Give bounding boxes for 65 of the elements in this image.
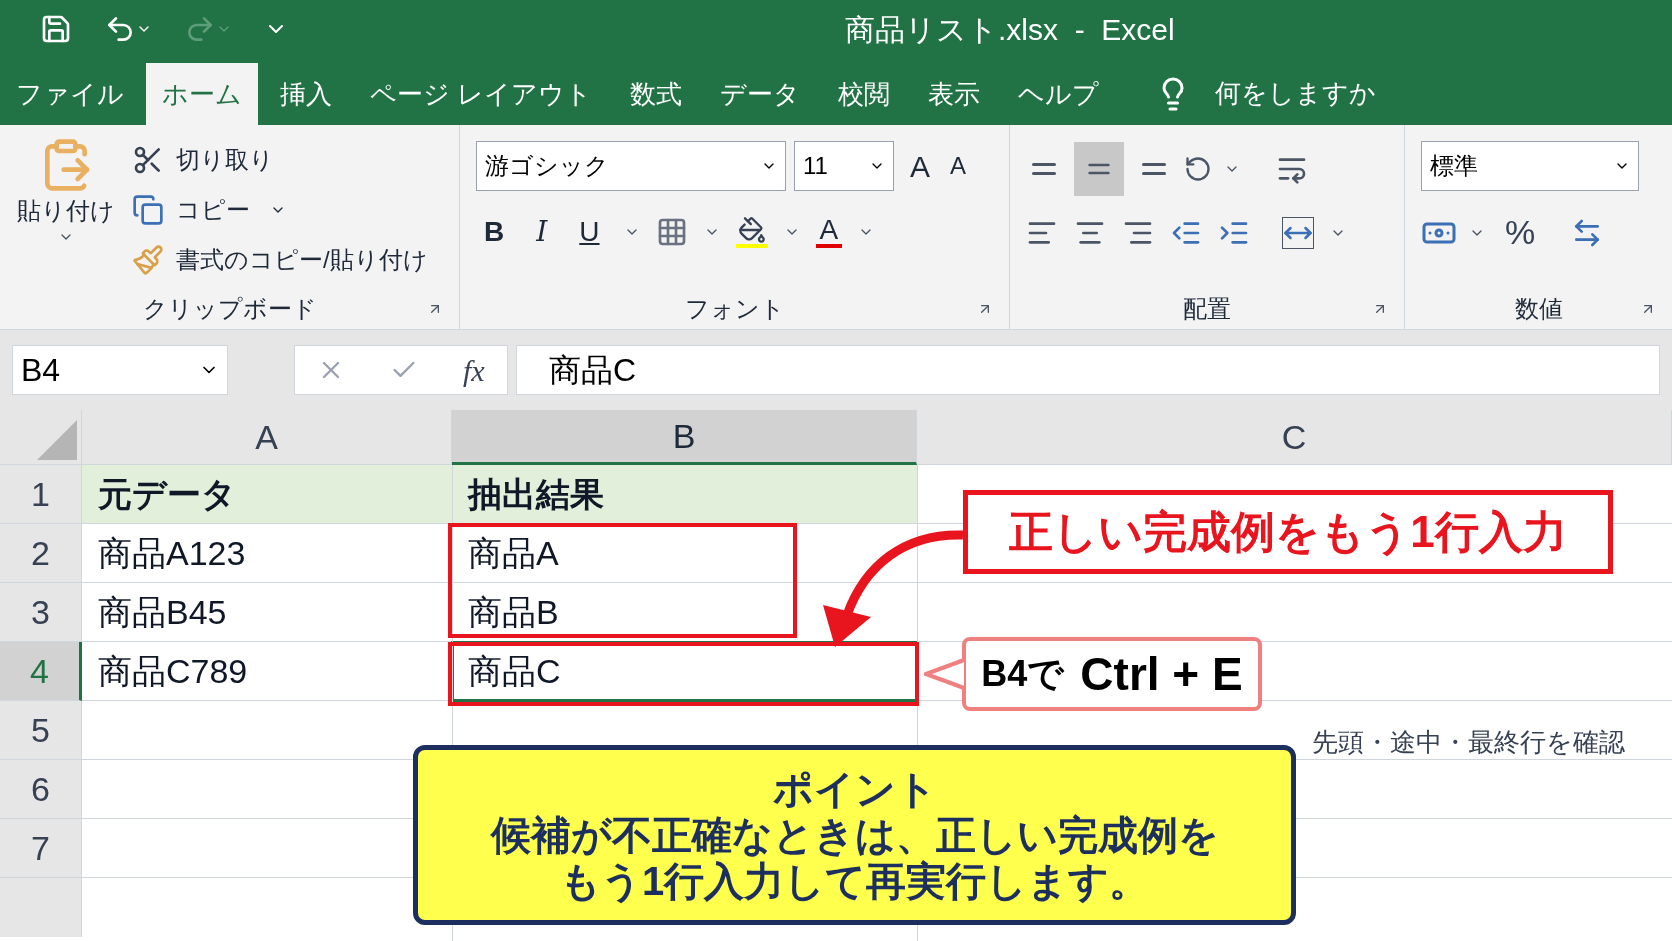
callout-box: 正しい完成例をもう1行入力 (963, 490, 1613, 574)
column-header[interactable]: A (82, 410, 452, 465)
row-header[interactable]: 4 (0, 642, 82, 701)
table-cell[interactable]: 商品C789 (98, 645, 248, 697)
table-cell[interactable]: 商品A (468, 527, 559, 579)
ribbon-tab[interactable]: 数式 (614, 63, 699, 125)
formula-input[interactable]: 商品C (516, 345, 1660, 395)
group-label: クリップボード (142, 294, 317, 324)
ribbon-tab[interactable]: データ (704, 63, 817, 125)
font-size-dropdown[interactable]: 11 (794, 141, 894, 191)
group-label: 数値 (1514, 294, 1563, 324)
tip-text: 候補が不正確なときは、正しい完成例を (490, 812, 1219, 858)
ribbon-tab[interactable]: ホーム (146, 63, 258, 125)
callout-pointer (924, 658, 966, 690)
table-cell[interactable]: 商品C (468, 645, 561, 697)
shortcut-callout: B4で Ctrl + E (962, 637, 1262, 711)
column-header[interactable]: C (917, 410, 1672, 465)
format-painter-button[interactable]: 書式のコピー/貼り付け (132, 237, 428, 283)
middle-align-button[interactable] (1074, 142, 1124, 196)
save-icon[interactable] (40, 13, 72, 45)
underline-button[interactable]: U (571, 211, 608, 253)
copy-button[interactable]: コピー (132, 187, 428, 233)
group-label: フォント (684, 294, 785, 324)
ribbon-tab[interactable]: ヘルプ (1002, 63, 1116, 125)
row-header[interactable]: 1 (0, 465, 82, 524)
orientation-icon[interactable] (1184, 155, 1212, 183)
table-cell[interactable]: 元データ (82, 465, 452, 524)
tip-title: ポイント (772, 766, 937, 812)
name-box[interactable]: B4 (12, 345, 228, 395)
row-header[interactable]: 6 (0, 760, 82, 819)
window-title: 商品リスト.xlsx - Excel (845, 11, 1175, 48)
paintbrush-icon (132, 244, 164, 276)
ribbon-tab[interactable]: 表示 (912, 63, 997, 125)
grow-font-button[interactable]: A (902, 143, 938, 189)
row-header[interactable]: 3 (0, 583, 82, 642)
cut-button[interactable]: 切り取り (132, 137, 428, 183)
bold-button[interactable]: B (476, 211, 513, 253)
triangle-icon (37, 420, 77, 460)
font-name-dropdown[interactable]: 游ゴシック (476, 141, 786, 191)
shrink-font-button[interactable]: A (946, 148, 971, 184)
tell-me-search[interactable]: 何をしますか (1155, 74, 1377, 113)
percent-button[interactable]: % (1497, 207, 1544, 258)
column-header[interactable]: B (452, 410, 917, 465)
row-header[interactable]: 2 (0, 524, 82, 583)
table-cell[interactable]: 商品B45 (98, 586, 227, 638)
fill-color-icon[interactable] (735, 216, 768, 248)
ribbon-tab[interactable]: ファイル (0, 63, 140, 125)
insert-function-button[interactable]: fx (462, 347, 485, 393)
ribbon-tab[interactable]: ページ レイアウト (354, 63, 609, 125)
table-cell[interactable]: 商品A123 (98, 527, 246, 579)
group-label: 配置 (1183, 294, 1231, 324)
note-text: 先頭・途中・最終行を確認 (1312, 726, 1625, 759)
table-cell[interactable]: 商品B (468, 586, 559, 638)
font-color-button[interactable]: A (815, 216, 843, 248)
ribbon-tab[interactable]: 校閲 (822, 63, 907, 125)
row-header[interactable]: 5 (0, 701, 82, 760)
number-format-dropdown[interactable]: 標準 (1421, 141, 1639, 191)
row-header[interactable]: 7 (0, 819, 82, 878)
merge-cells-icon[interactable] (1282, 217, 1314, 249)
tip-text: もう1行入力して再実行します。 (559, 858, 1150, 904)
copy-icon (132, 194, 164, 226)
italic-button[interactable]: I (528, 211, 556, 253)
paste-button[interactable]: 貼り付け (16, 137, 116, 289)
ribbon-tab[interactable]: 挿入 (264, 63, 348, 125)
table-cell[interactable]: 抽出結果 (452, 465, 917, 524)
